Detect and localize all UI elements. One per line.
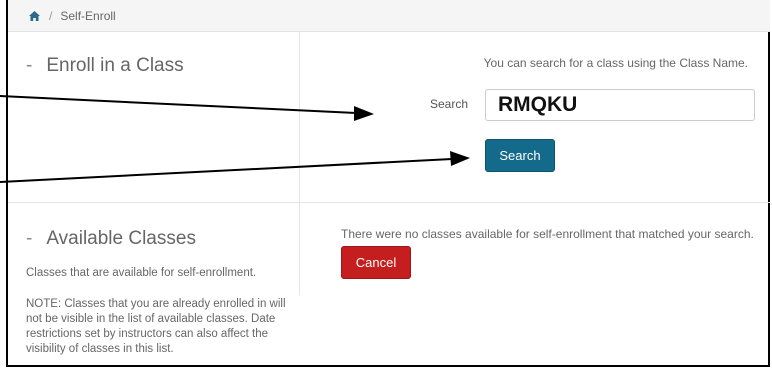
available-section-title[interactable]: - Available Classes bbox=[26, 228, 300, 250]
home-icon[interactable] bbox=[28, 10, 41, 22]
search-button[interactable]: Search bbox=[485, 139, 555, 172]
cancel-button[interactable]: Cancel bbox=[341, 246, 411, 279]
available-section: - Available Classes Classes that are ava… bbox=[8, 228, 300, 357]
no-results-message: There were no classes available for self… bbox=[341, 227, 754, 241]
breadcrumb-separator: / bbox=[49, 8, 53, 23]
collapse-icon[interactable]: - bbox=[26, 228, 32, 250]
enroll-section-title[interactable]: - Enroll in a Class bbox=[26, 55, 300, 77]
search-hint: You can search for a class using the Cla… bbox=[483, 56, 748, 70]
enroll-section-header: - Enroll in a Class bbox=[8, 55, 300, 77]
section-divider bbox=[8, 202, 770, 203]
available-note: NOTE: Classes that you are already enrol… bbox=[26, 298, 286, 355]
available-title-text: Available Classes bbox=[46, 228, 196, 249]
breadcrumb: / Self-Enroll bbox=[8, 0, 770, 32]
search-input[interactable] bbox=[485, 89, 755, 121]
breadcrumb-current: Self-Enroll bbox=[60, 8, 116, 23]
enroll-title-text: Enroll in a Class bbox=[46, 55, 184, 76]
available-description: Classes that are available for self-enro… bbox=[26, 267, 257, 279]
collapse-icon[interactable]: - bbox=[26, 55, 32, 77]
search-label: Search bbox=[430, 97, 469, 111]
